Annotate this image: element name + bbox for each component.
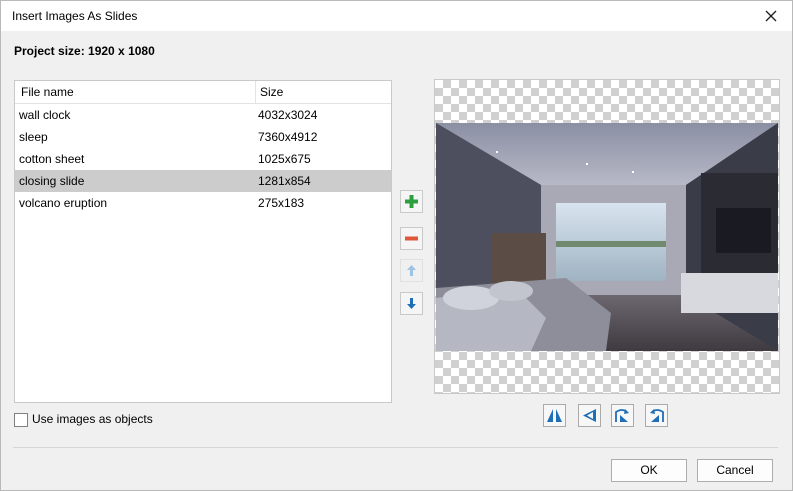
rotate-right-button[interactable] <box>611 404 634 427</box>
row-size: 1025x675 <box>258 152 311 166</box>
rotate-right-icon <box>615 409 629 422</box>
arrow-down-icon <box>407 298 416 309</box>
row-size: 1281x854 <box>258 174 311 188</box>
project-size-label: Project size: 1920 x 1080 <box>14 44 155 58</box>
rotate-left-button[interactable] <box>645 404 668 427</box>
image-preview <box>434 79 780 394</box>
preview-photo <box>436 123 778 351</box>
remove-image-button[interactable] <box>400 227 423 250</box>
row-file-name: closing slide <box>19 174 85 188</box>
plus-icon <box>405 195 418 208</box>
row-size: 4032x3024 <box>258 108 318 122</box>
move-up-button[interactable] <box>400 259 423 282</box>
arrow-up-icon <box>407 265 416 276</box>
row-file-name: cotton sheet <box>19 152 85 166</box>
table-row[interactable]: volcano eruption 275x183 <box>15 192 391 214</box>
row-size: 7360x4912 <box>258 130 318 144</box>
minus-icon <box>405 236 418 241</box>
row-file-name: wall clock <box>19 108 71 122</box>
row-file-name: sleep <box>19 130 48 144</box>
dialog-title: Insert Images As Slides <box>12 9 138 23</box>
table-row[interactable]: sleep 7360x4912 <box>15 126 391 148</box>
row-file-name: volcano eruption <box>19 196 108 210</box>
column-header-size[interactable]: Size <box>260 85 283 99</box>
ok-button[interactable]: OK <box>611 459 687 482</box>
column-header-file-name[interactable]: File name <box>21 85 74 99</box>
use-as-objects-checkbox[interactable] <box>14 413 28 427</box>
table-row[interactable]: wall clock 4032x3024 <box>15 104 391 126</box>
flip-vertical-button[interactable] <box>578 404 601 427</box>
image-file-list[interactable]: File name Size wall clock 4032x3024 slee… <box>14 80 392 403</box>
insert-images-dialog: Insert Images As Slides Project size: 19… <box>0 0 793 491</box>
move-down-button[interactable] <box>400 292 423 315</box>
column-separator <box>255 81 256 103</box>
footer-divider <box>13 447 778 448</box>
use-as-objects-label[interactable]: Use images as objects <box>32 412 153 426</box>
flip-horizontal-button[interactable] <box>543 404 566 427</box>
rotate-left-icon <box>650 409 664 422</box>
title-bar[interactable]: Insert Images As Slides <box>1 1 792 31</box>
table-row[interactable]: cotton sheet 1025x675 <box>15 148 391 170</box>
list-header: File name Size <box>15 81 391 104</box>
flip-vertical-icon <box>583 409 596 422</box>
add-image-button[interactable] <box>400 190 423 213</box>
row-size: 275x183 <box>258 196 305 210</box>
close-icon[interactable] <box>760 5 782 27</box>
cancel-button[interactable]: Cancel <box>697 459 773 482</box>
flip-horizontal-icon <box>547 409 562 422</box>
table-row-selected[interactable]: closing slide 1281x854 <box>15 170 391 192</box>
